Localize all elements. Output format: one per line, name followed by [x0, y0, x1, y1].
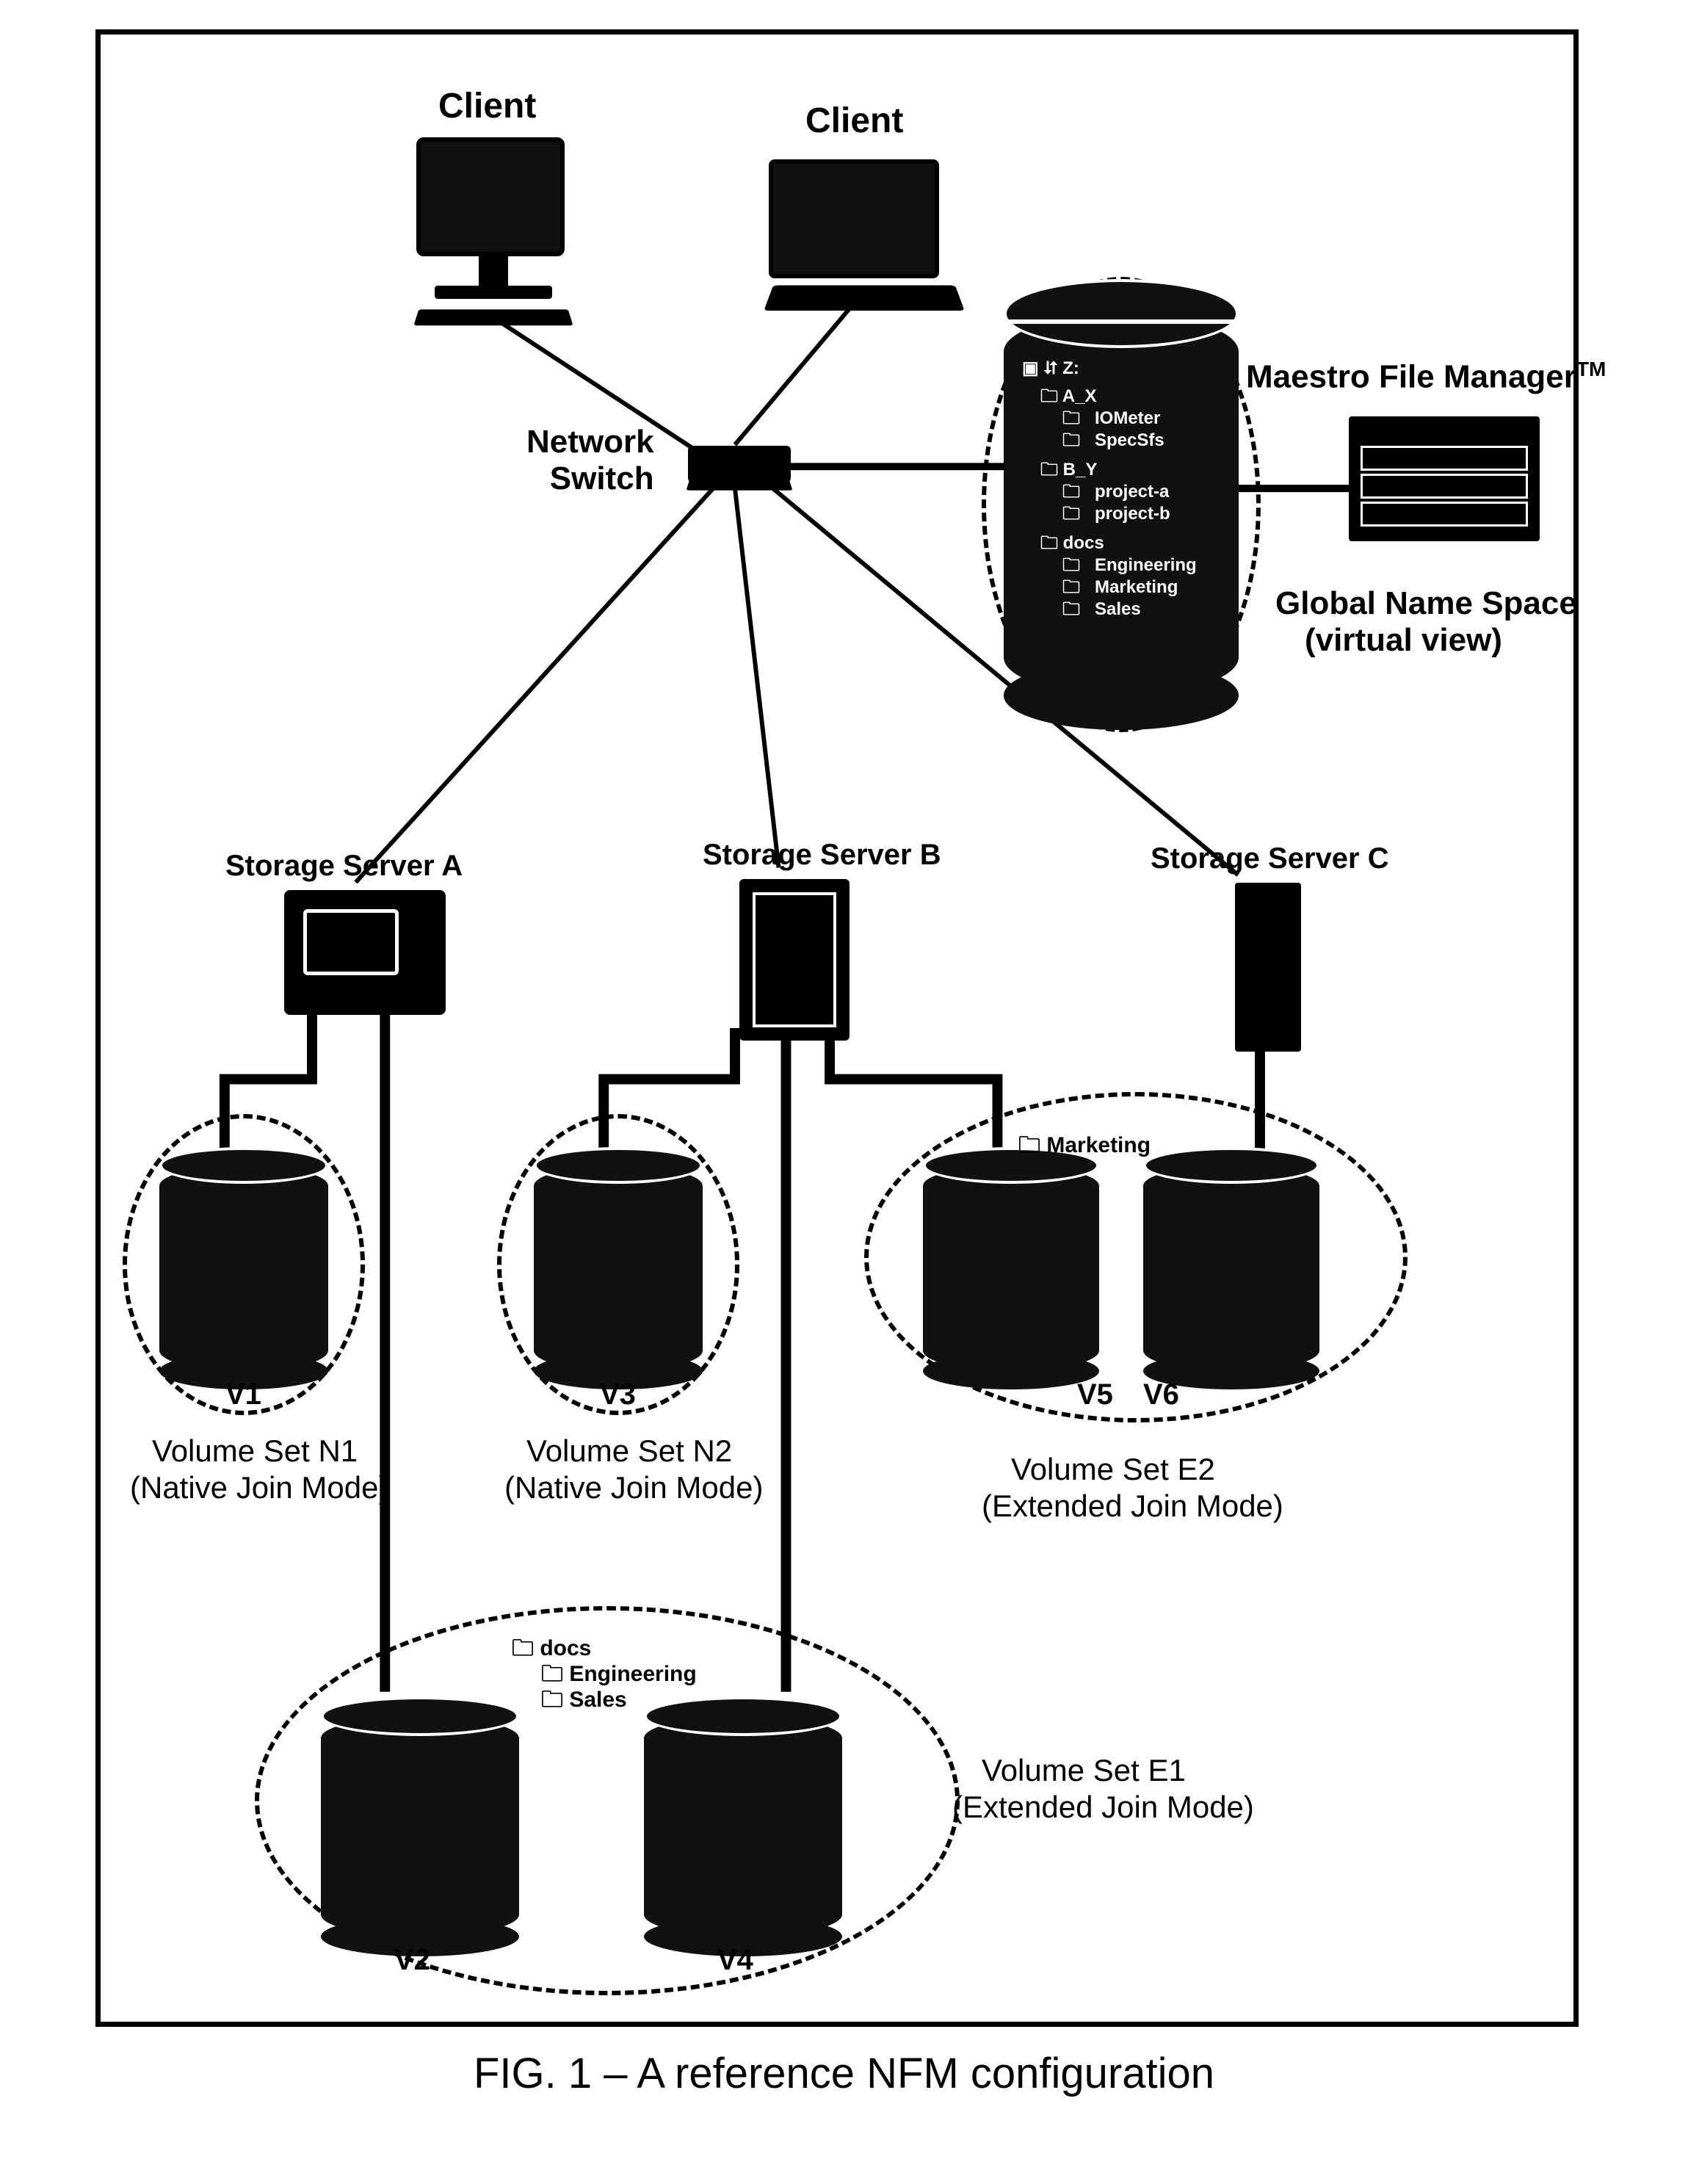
vs-n1-line1: Volume Set N1 [152, 1433, 358, 1469]
network-switch-icon [688, 446, 791, 482]
server-c-label: Storage Server C [1151, 842, 1389, 875]
v1-label: V1 [225, 1378, 261, 1411]
v6-cylinder-icon [1143, 1165, 1319, 1371]
figure-frame: Client Client Network Switch ▣ ⮃ Z: A_X … [95, 29, 1579, 2027]
figure-caption: FIG. 1 – A reference NFM configuration [0, 2049, 1688, 2098]
gns-label-line1: Global Name Space [1275, 585, 1577, 622]
v4-cylinder-icon [644, 1716, 842, 1937]
mfm-rack-icon [1349, 416, 1540, 541]
v5-cylinder-icon [923, 1165, 1099, 1371]
gns-label-line2: (virtual view) [1305, 622, 1502, 659]
vs-n2-line2: (Native Join Mode) [504, 1470, 763, 1505]
page: Client Client Network Switch ▣ ⮃ Z: A_X … [0, 0, 1688, 2184]
server-b-icon [739, 879, 850, 1041]
v2-cylinder-icon [321, 1716, 519, 1937]
gns-tree-item: SpecSfs [1062, 427, 1164, 458]
server-c-icon [1235, 883, 1301, 1052]
v3-label: V3 [600, 1378, 636, 1411]
v2-label: V2 [394, 1944, 430, 1977]
network-switch-label: Network Switch [526, 424, 654, 497]
vs-n2-line1: Volume Set N2 [526, 1433, 732, 1469]
client2-label: Client [805, 101, 903, 141]
server-b-label: Storage Server B [703, 839, 941, 872]
v5-label: V5 [1077, 1378, 1113, 1411]
vs-e1-line1: Volume Set E1 [982, 1753, 1186, 1788]
v4-label: V4 [717, 1944, 753, 1977]
vs-e2-line2: (Extended Join Mode) [982, 1489, 1283, 1524]
vs-e2-line1: Volume Set E2 [1011, 1452, 1215, 1487]
mfm-label: Maestro File ManagerTM [1246, 358, 1606, 396]
v3-cylinder-icon [534, 1165, 703, 1371]
server-a-icon [284, 890, 446, 1015]
server-a-label: Storage Server A [225, 850, 463, 883]
gns-tree-item: project-b [1062, 501, 1170, 531]
vs-e1-line2: (Extended Join Mode) [952, 1790, 1254, 1825]
client1-label: Client [438, 86, 536, 126]
v6-label: V6 [1143, 1378, 1179, 1411]
e1-folder: Sales [541, 1683, 627, 1721]
vs-n1-line2: (Native Join Mode) [130, 1470, 388, 1505]
client2-icon [769, 159, 960, 319]
gns-tree-item: Sales [1062, 596, 1141, 626]
v1-cylinder-icon [159, 1165, 328, 1371]
e2-folder: Marketing [1018, 1129, 1151, 1166]
client1-icon [416, 137, 570, 330]
gns-tree-root: ▣ ⮃ Z: [1022, 358, 1079, 379]
